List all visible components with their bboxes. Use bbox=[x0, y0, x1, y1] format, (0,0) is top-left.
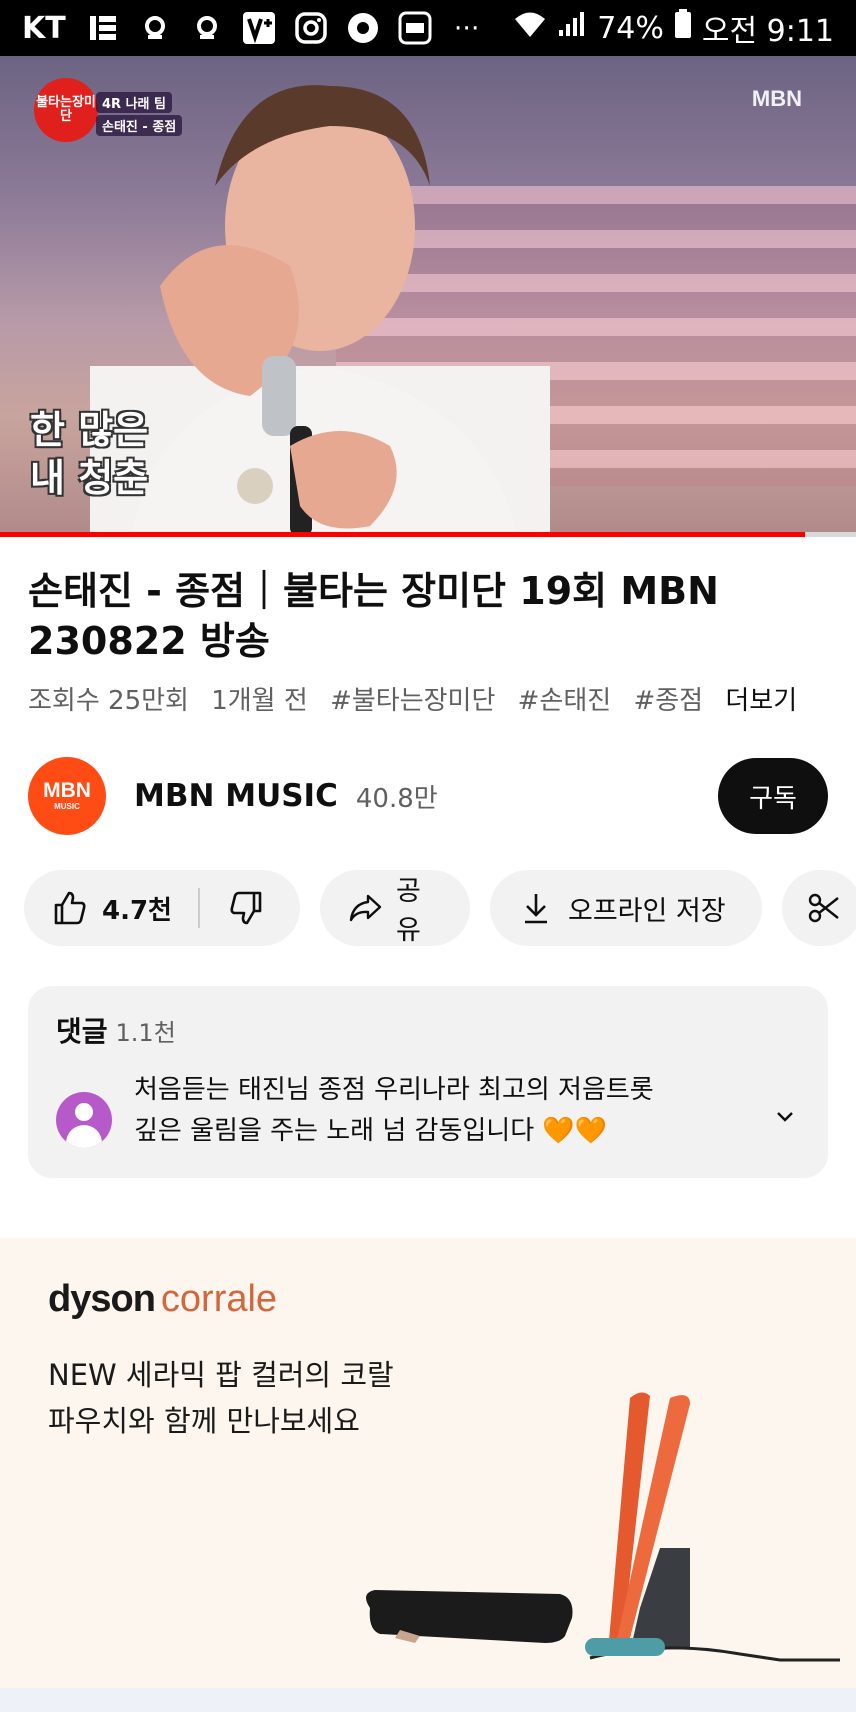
share-icon bbox=[348, 890, 382, 926]
hashtag[interactable]: #손태진 bbox=[518, 686, 612, 716]
music-app-icon bbox=[344, 9, 382, 47]
ad-brand-logo: dyson corrale bbox=[48, 1278, 277, 1321]
show-tag: 4R 나래 팀 손태진 - 종점 bbox=[96, 92, 183, 138]
clock: 오전 9:11 bbox=[701, 14, 834, 49]
subscriber-count: 40.8만 bbox=[355, 783, 438, 814]
channel-avatar-line2: MUSIC bbox=[54, 802, 80, 811]
channel-watermark: MBN bbox=[751, 86, 802, 111]
channel-name[interactable]: MBN MUSIC bbox=[134, 778, 338, 814]
top-comment[interactable]: 처음듣는 태진님 종점 우리나라 최고의 저음트롯 깊은 울림을 주는 노래 넘… bbox=[56, 1070, 800, 1152]
like-count[interactable]: 4.7천 bbox=[102, 890, 172, 927]
battery-percent: 74% bbox=[597, 10, 664, 46]
ad-copy-line1: NEW 세라믹 팝 컬러의 코랄 bbox=[48, 1358, 394, 1392]
view-count: 조회수 25만회 bbox=[28, 686, 189, 716]
notification-app-icon bbox=[136, 9, 174, 47]
comments-header: 댓글 1.1천 bbox=[56, 1010, 800, 1050]
top-comment-line1: 처음듣는 태진님 종점 우리나라 최고의 저음트롯 bbox=[134, 1075, 654, 1105]
ad-copy-line2: 파우치와 함께 만나보세요 bbox=[48, 1404, 360, 1438]
channel-avatar-line1: MBN bbox=[43, 779, 91, 802]
channel-row: MBN MUSIC MBN MUSIC 40.8만 구독 bbox=[28, 756, 828, 836]
next-section-strip bbox=[0, 1688, 856, 1712]
scissors-icon bbox=[806, 890, 842, 926]
more-button[interactable]: 더보기 bbox=[725, 686, 797, 716]
status-right: 74% 오전 9:11 bbox=[513, 6, 834, 50]
like-divider bbox=[197, 888, 200, 928]
top-comment-line2: 깊은 울림을 주는 노래 넘 감동입니다 🧡🧡 bbox=[134, 1116, 608, 1146]
grid-app-icon bbox=[84, 9, 122, 47]
thumbs-up-icon[interactable] bbox=[52, 890, 88, 926]
subscribe-button[interactable]: 구독 bbox=[718, 758, 828, 834]
upload-age: 1개월 전 bbox=[211, 686, 308, 716]
share-label: 공유 bbox=[396, 876, 421, 946]
signal-icon bbox=[557, 10, 587, 46]
show-logo: 불타는장미단 bbox=[34, 78, 98, 142]
status-bar: KT ⋯ 74% 오전 9:11 bbox=[0, 0, 856, 56]
comments-count: 1.1천 bbox=[115, 1019, 176, 1047]
vplus-app-icon bbox=[240, 9, 278, 47]
home-shopping-app-icon bbox=[396, 9, 434, 47]
video-subtitle-line1: 한 많은 bbox=[30, 408, 149, 452]
video-player[interactable]: 불타는장미단 4R 나래 팀 손태진 - 종점 MBN 한 많은 내 청춘 bbox=[0, 56, 856, 536]
action-bar: 4.7천 공유 오프라인 저장 bbox=[24, 870, 856, 948]
chevron-down-icon[interactable] bbox=[770, 1102, 800, 1132]
like-dislike-chip: 4.7천 bbox=[24, 870, 300, 946]
video-subtitle: 한 많은 내 청춘 bbox=[30, 406, 148, 502]
video-meta[interactable]: 조회수 25만회 1개월 전 #불타는장미단 #손태진 #종점 더보기 bbox=[28, 680, 848, 717]
dyson-ad-banner[interactable]: dyson corrale NEW 세라믹 팝 컬러의 코랄 파우치와 함께 만나… bbox=[0, 1238, 856, 1712]
comments-panel[interactable]: 댓글 1.1천 처음듣는 태진님 종점 우리나라 최고의 저음트롯 깊은 울림을 … bbox=[28, 986, 828, 1178]
instagram-icon bbox=[292, 9, 330, 47]
ad-copy: NEW 세라믹 팝 컬러의 코랄 파우치와 함께 만나보세요 bbox=[48, 1352, 394, 1444]
hashtag[interactable]: #종점 bbox=[633, 686, 703, 716]
wifi-icon bbox=[513, 10, 547, 46]
video-title[interactable]: 손태진 - 종점｜불타는 장미단 19회 MBN 230822 방송 bbox=[28, 566, 828, 666]
more-notifications-icon: ⋯ bbox=[453, 13, 480, 43]
top-comment-text: 처음듣는 태진님 종점 우리나라 최고의 저음트롯 깊은 울림을 주는 노래 넘… bbox=[134, 1070, 734, 1152]
comments-label: 댓글 bbox=[56, 1015, 108, 1048]
video-subtitle-line2: 내 청춘 bbox=[30, 456, 149, 500]
show-tag-line1: 4R 나래 팀 bbox=[96, 92, 172, 113]
download-button[interactable]: 오프라인 저장 bbox=[490, 870, 762, 946]
hair-straightener-product-image bbox=[366, 1392, 840, 1662]
video-progress-bar[interactable] bbox=[0, 532, 856, 537]
carrier-label: KT bbox=[22, 10, 66, 46]
ad-brand: dyson bbox=[48, 1278, 156, 1320]
battery-icon bbox=[674, 9, 692, 47]
download-icon bbox=[518, 890, 554, 926]
clip-button[interactable] bbox=[782, 870, 856, 946]
ad-product: corrale bbox=[160, 1278, 278, 1320]
video-progress-fill bbox=[0, 532, 805, 537]
channel-avatar[interactable]: MBN MUSIC bbox=[28, 757, 106, 835]
commenter-avatar bbox=[56, 1092, 112, 1148]
share-button[interactable]: 공유 bbox=[320, 870, 470, 946]
thumbs-down-icon[interactable] bbox=[228, 890, 264, 926]
notification-app-icon bbox=[188, 9, 226, 47]
hashtag[interactable]: #불타는장미단 bbox=[330, 686, 495, 716]
youtube-watch-page: KT ⋯ 74% 오전 9:11 불타는장미단 4R 나래 팀 손태진 - 종점… bbox=[0, 0, 856, 1712]
show-tag-line2: 손태진 - 종점 bbox=[96, 115, 183, 136]
download-label: 오프라인 저장 bbox=[568, 895, 726, 927]
